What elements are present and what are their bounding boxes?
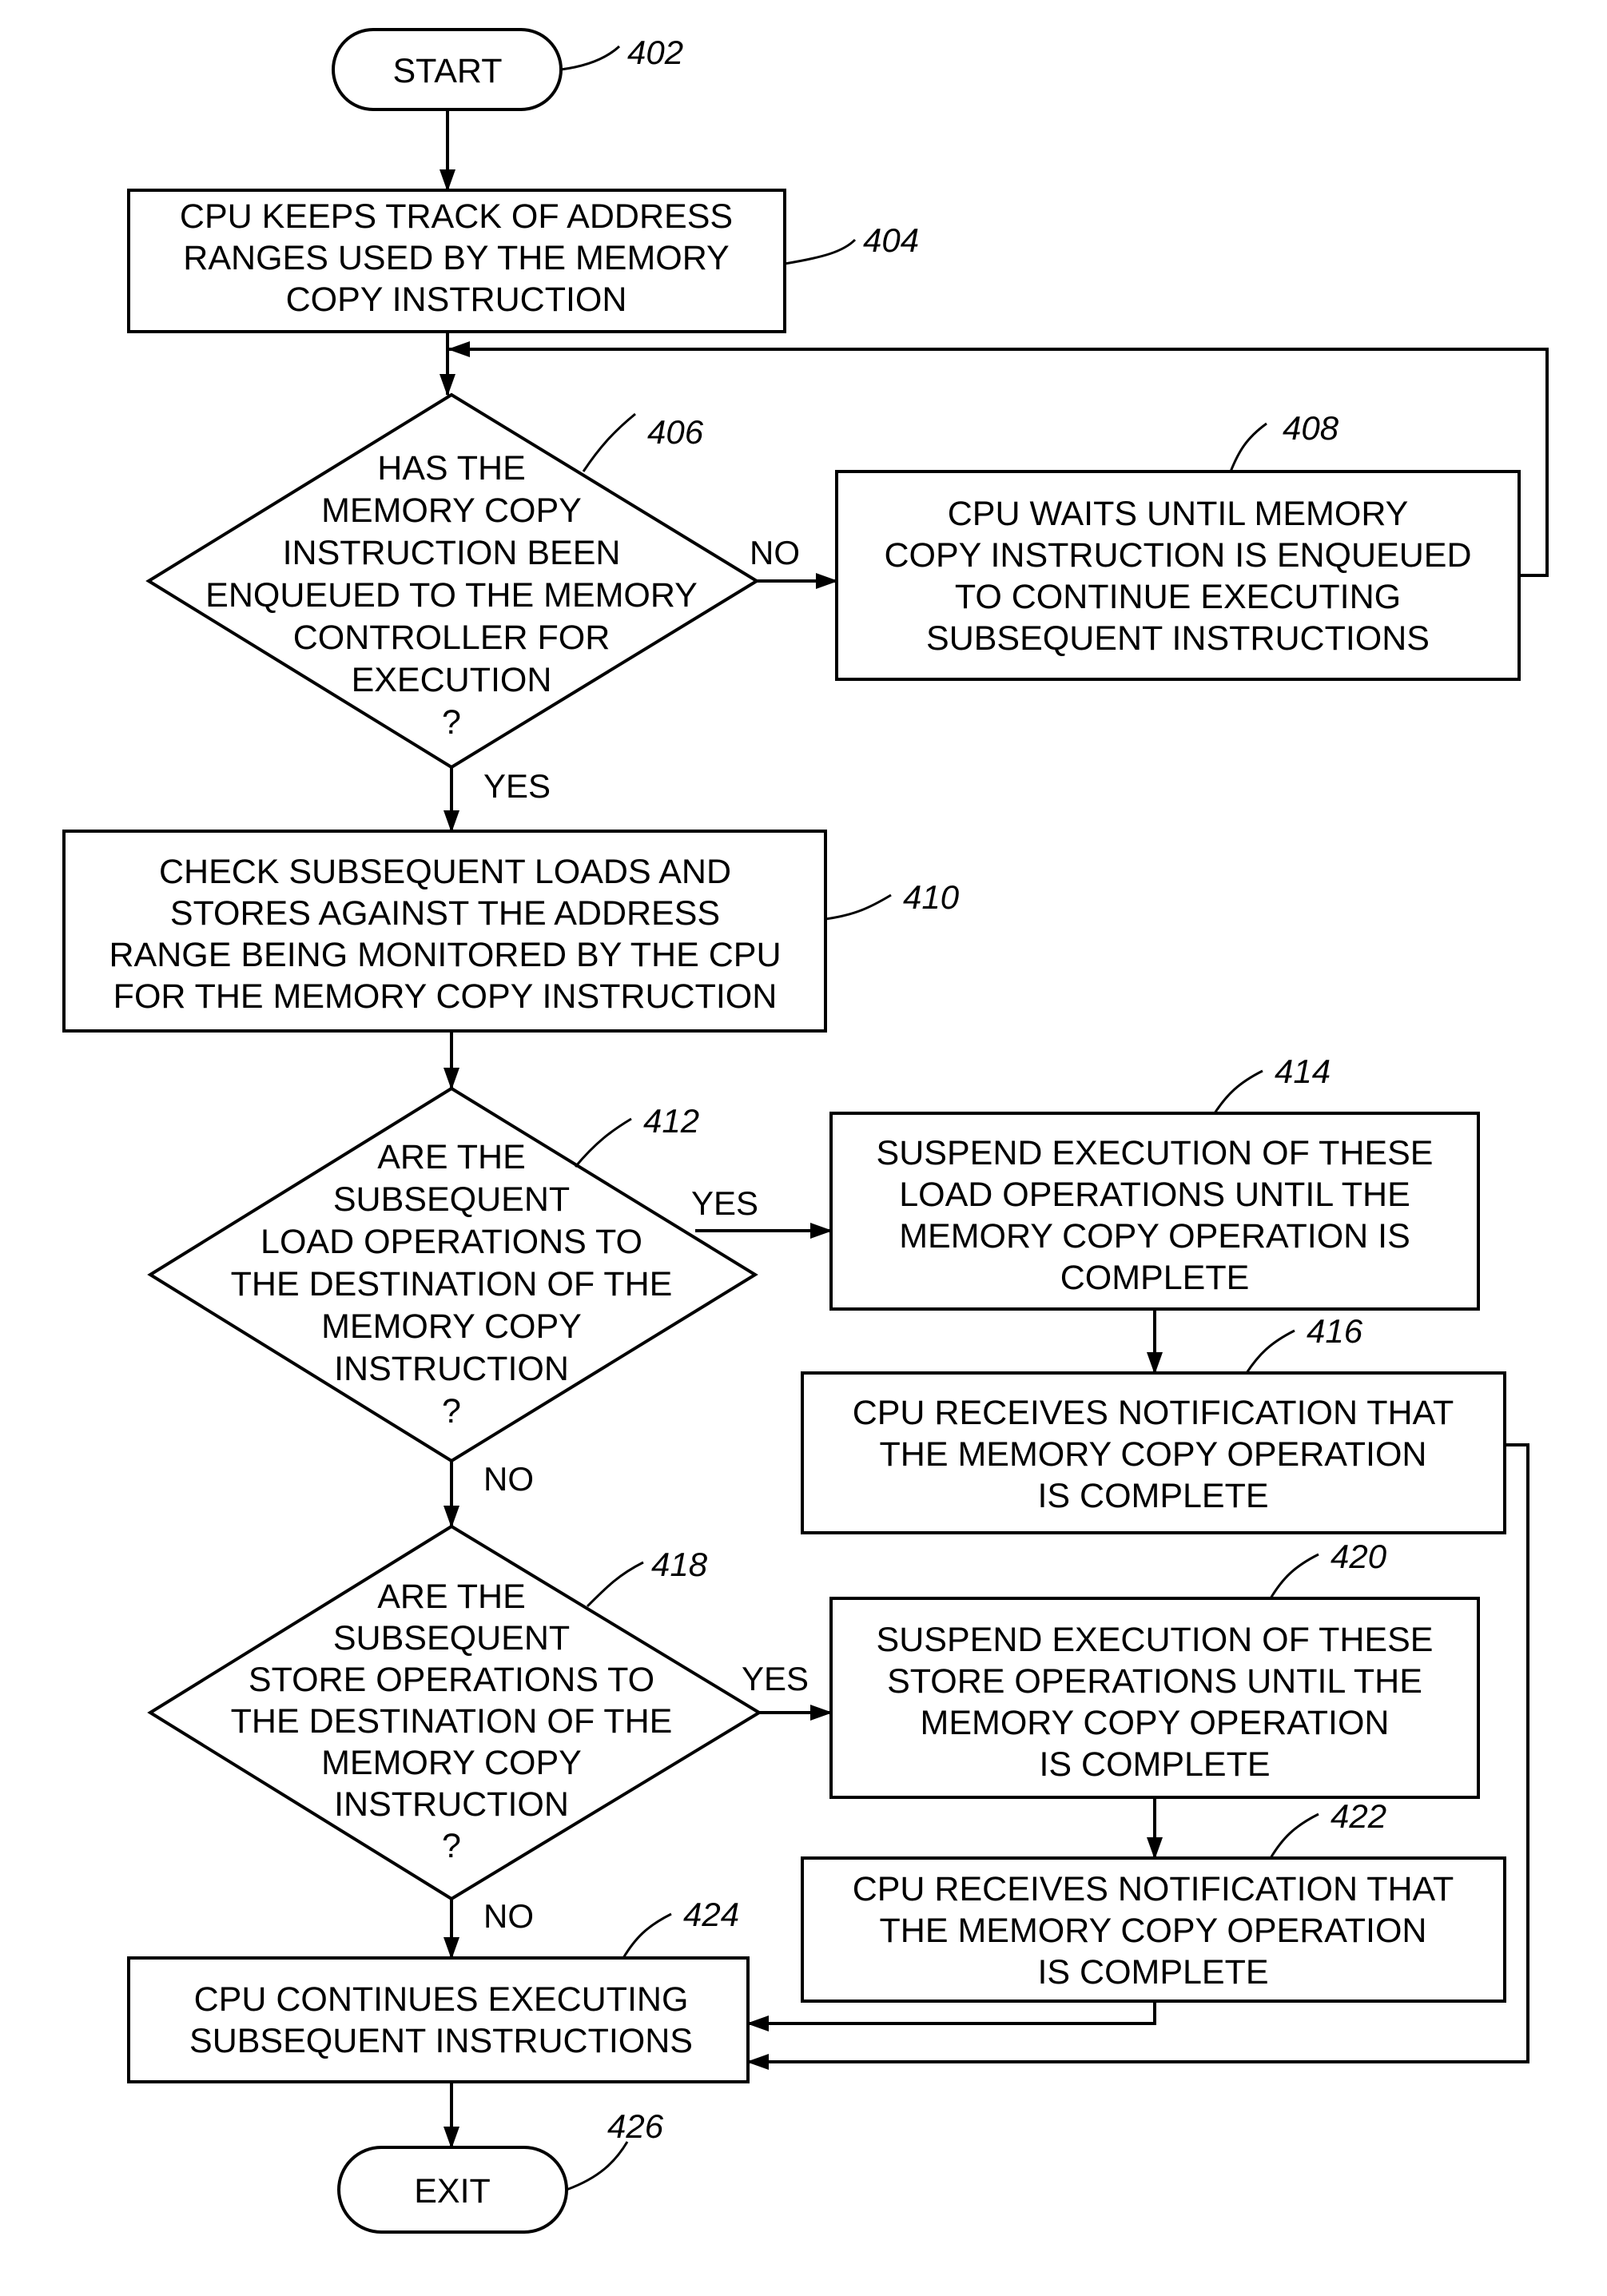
continue-box	[127, 1956, 750, 2083]
node-text-line: MEMORY COPY	[321, 491, 582, 530]
leader-408	[1229, 422, 1267, 472]
node-text-line: CPU WAITS UNTIL MEMORY	[948, 495, 1409, 533]
ref-416: 416	[1307, 1312, 1363, 1350]
ref-426: 426	[607, 2107, 664, 2145]
node-text-line: MEMORY COPY OPERATION IS	[899, 1217, 1410, 1255]
label-stores-no: NO	[483, 1897, 534, 1935]
node-text-line: ENQUEUED TO THE MEMORY	[205, 576, 698, 615]
ref-406: 406	[647, 413, 704, 451]
leader-402	[560, 45, 621, 71]
ref-414: 414	[1275, 1052, 1331, 1090]
node-text-line: MEMORY COPY	[321, 1307, 582, 1346]
start-text: START	[393, 52, 503, 90]
node-text-line: ARE THE	[377, 1138, 526, 1176]
node-text-line: IS COMPLETE	[1039, 1745, 1270, 1784]
node-text-line: CPU RECEIVES NOTIFICATION THAT	[853, 1870, 1454, 1908]
exit-text: EXIT	[414, 2172, 491, 2210]
node-text-line: ARE THE	[377, 1578, 526, 1616]
node-text-line: CPU CONTINUES EXECUTING	[194, 1980, 689, 2019]
ref-418: 418	[651, 1546, 708, 1583]
node-text-line: SUSPEND EXECUTION OF THESE	[877, 1134, 1434, 1172]
node-text-line: COPY INSTRUCTION IS ENQUEUED	[884, 536, 1471, 575]
node-text-line: LOAD OPERATIONS UNTIL THE	[899, 1176, 1410, 1214]
label-stores-yes: YES	[742, 1660, 809, 1697]
node-text-line: MEMORY COPY OPERATION	[921, 1704, 1390, 1742]
label-loads-yes: YES	[691, 1184, 758, 1222]
leader-410	[825, 893, 892, 921]
leader-422	[1269, 1813, 1319, 1859]
node-text-line: TO CONTINUE EXECUTING	[955, 578, 1401, 616]
node-text-line: STORES AGAINST THE ADDRESS	[170, 894, 720, 933]
node-text-line: INSTRUCTION	[334, 1350, 569, 1388]
ref-420: 420	[1331, 1538, 1387, 1575]
node-text-line: IS COMPLETE	[1037, 1477, 1268, 1515]
node-text-line: CPU RECEIVES NOTIFICATION THAT	[853, 1394, 1454, 1432]
node-text-line: LOAD OPERATIONS TO	[261, 1223, 642, 1261]
node-text-line: STORE OPERATIONS UNTIL THE	[887, 1662, 1422, 1701]
node-text-line: SUBSEQUENT	[333, 1180, 570, 1219]
node-text-line: ?	[442, 703, 461, 742]
node-text-line: START	[393, 52, 503, 90]
leader-420	[1269, 1553, 1319, 1599]
label-enqueued-no: NO	[750, 534, 800, 571]
node-text-line: SUSPEND EXECUTION OF THESE	[877, 1621, 1434, 1659]
node-text-line: RANGES USED BY THE MEMORY	[183, 239, 729, 277]
node-text-line: THE DESTINATION OF THE	[231, 1265, 673, 1303]
arrow-notify-stores-to-continue	[746, 2001, 1156, 2031]
ref-410: 410	[903, 878, 960, 916]
node-text-line: SUBSEQUENT INSTRUCTIONS	[926, 619, 1430, 658]
ref-424: 424	[683, 1896, 739, 1933]
ref-422: 422	[1331, 1797, 1386, 1835]
flowchart: 402 404 406 408 410 412 414 416 418 420 …	[62, 28, 1549, 2234]
node-text-line: CONTROLLER FOR	[293, 619, 611, 657]
node-text-line: RANGE BEING MONITORED BY THE CPU	[109, 936, 781, 974]
node-text-line: SUBSEQUENT	[333, 1619, 570, 1657]
leader-418	[586, 1561, 644, 1608]
node-text-line: EXIT	[414, 2172, 491, 2210]
node-text-line: HAS THE	[377, 449, 526, 487]
node-text-line: ?	[442, 1392, 461, 1431]
node-text-line: EXECUTION	[352, 661, 552, 699]
node-text-line: INSTRUCTION BEEN	[283, 534, 621, 572]
node-text-line: CPU KEEPS TRACK OF ADDRESS	[180, 197, 733, 236]
node-text-line: ?	[442, 1827, 461, 1865]
node-text-line: FOR THE MEMORY COPY INSTRUCTION	[113, 977, 778, 1016]
ref-402: 402	[627, 34, 683, 71]
node-text-line: STORE OPERATIONS TO	[249, 1661, 654, 1699]
node-text-line: THE MEMORY COPY OPERATION	[880, 1435, 1427, 1474]
ref-404: 404	[863, 221, 919, 259]
node-text-line: COMPLETE	[1060, 1259, 1250, 1297]
node-text-line: COPY INSTRUCTION	[286, 281, 627, 319]
leader-412	[574, 1117, 632, 1168]
leader-406	[582, 412, 636, 472]
leader-416	[1245, 1329, 1295, 1374]
leader-414	[1213, 1069, 1263, 1114]
node-text-line: IS COMPLETE	[1037, 1953, 1268, 1992]
node-text-line: INSTRUCTION	[334, 1785, 569, 1824]
leader-404	[784, 238, 857, 265]
ref-412: 412	[643, 1102, 699, 1140]
leader-426	[566, 2141, 629, 2191]
node-text-line: CHECK SUBSEQUENT LOADS AND	[159, 853, 731, 891]
node-text-line: SUBSEQUENT INSTRUCTIONS	[189, 2022, 693, 2060]
enqueued-text: HAS THE MEMORY COPY INSTRUCTION BEEN ENQUEU…	[205, 449, 698, 742]
node-text-line: MEMORY COPY	[321, 1744, 582, 1782]
label-loads-no: NO	[483, 1460, 534, 1498]
node-text-line: THE DESTINATION OF THE	[231, 1702, 673, 1741]
node-text-line: THE MEMORY COPY OPERATION	[880, 1912, 1427, 1950]
label-enqueued-yes: YES	[483, 767, 551, 805]
leader-424	[622, 1912, 672, 1959]
ref-408: 408	[1283, 409, 1339, 447]
